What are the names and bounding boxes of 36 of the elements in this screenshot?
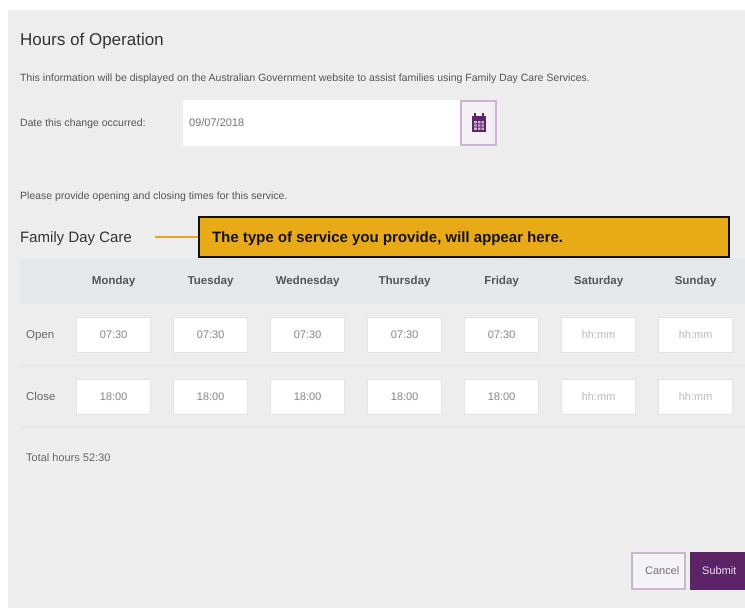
date-field[interactable]: 09/07/2018	[183, 100, 460, 146]
column-header: Thursday	[378, 275, 430, 287]
time-field[interactable]: 18:00	[367, 378, 442, 414]
total-hours-text: Total hours 52:30	[26, 452, 112, 464]
calendar-icon	[470, 113, 486, 133]
field-label: Date this change occurred:	[20, 117, 146, 129]
column-header: Saturday	[574, 275, 624, 287]
callout-note: The type of service you provide, will appear here.	[198, 216, 730, 258]
time-field[interactable]: 18:00	[173, 378, 248, 414]
row-label: Open	[26, 328, 54, 340]
column-header: Tuesday	[188, 275, 234, 287]
time-field[interactable]: hh:mm	[561, 378, 636, 414]
time-field[interactable]: 07:30	[367, 316, 442, 352]
submit-button[interactable]: Submit	[690, 552, 745, 590]
service-heading: Family Day Care	[20, 228, 133, 246]
time-field[interactable]: 07:30	[76, 316, 151, 352]
time-field[interactable]: 07:30	[270, 316, 345, 352]
column-header: Monday	[92, 275, 136, 287]
time-field[interactable]: hh:mm	[658, 316, 733, 352]
calendar-button[interactable]	[460, 100, 497, 146]
time-field[interactable]: 18:00	[270, 378, 345, 414]
instruction-text: Please provide opening and closing times for this service.	[20, 190, 288, 202]
time-field[interactable]: 07:30	[173, 316, 248, 352]
time-field[interactable]: 18:00	[464, 378, 539, 414]
description-text: This information will be displayed on the Australian Government website to assist families using Family Day Care Services.	[20, 72, 591, 84]
column-header: Wednesday	[276, 275, 340, 287]
time-field[interactable]: hh:mm	[561, 316, 636, 352]
time-field[interactable]: 18:00	[76, 378, 151, 414]
column-header: Friday	[484, 275, 519, 287]
cancel-button[interactable]: Cancel	[631, 552, 686, 590]
page-title: Hours of Operation	[20, 30, 165, 50]
time-field[interactable]: 07:30	[464, 316, 539, 352]
row-label: Close	[26, 390, 56, 402]
time-field[interactable]: hh:mm	[658, 378, 733, 414]
column-header: Sunday	[674, 275, 716, 287]
leader-line	[155, 236, 198, 238]
